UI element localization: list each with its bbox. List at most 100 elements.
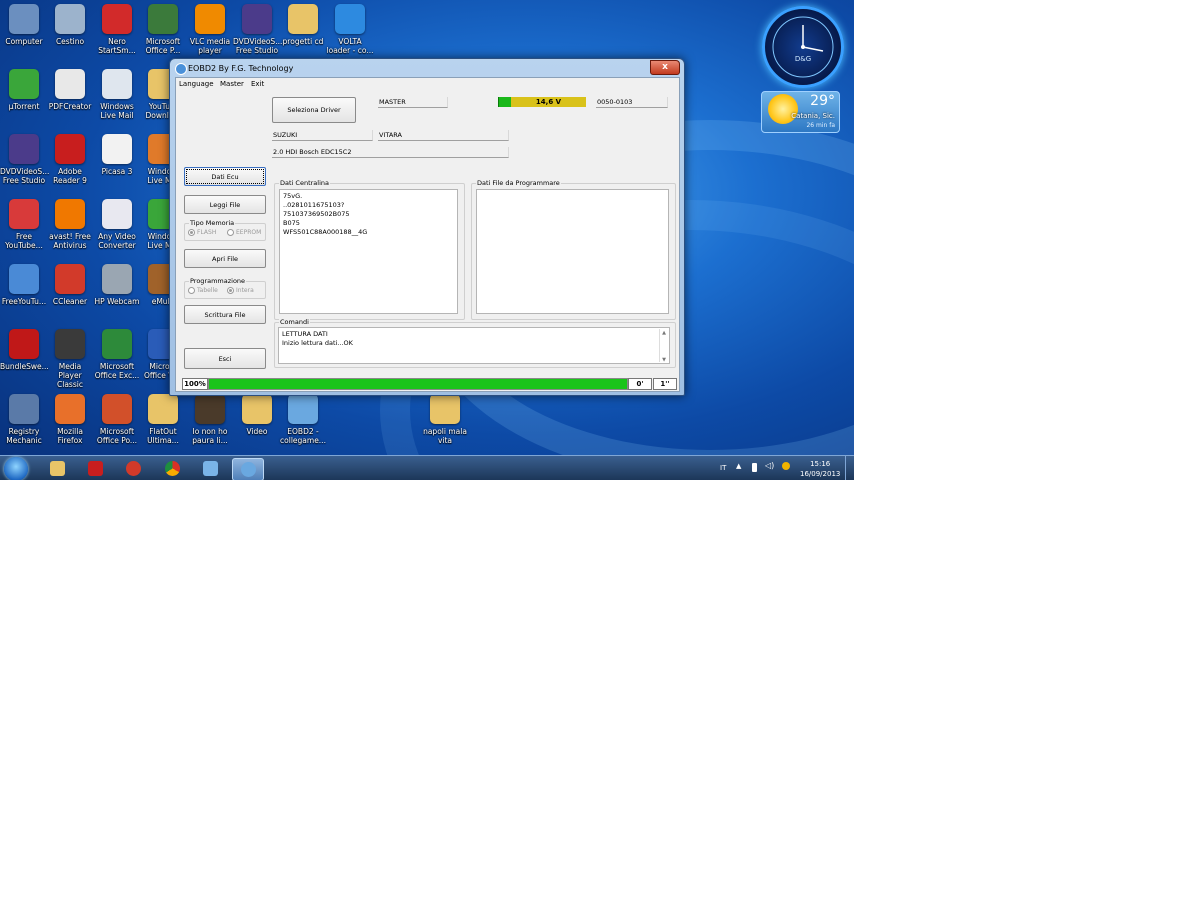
battery-icon[interactable] bbox=[752, 463, 757, 472]
desktop-icon-label: Any Video Converter bbox=[98, 232, 136, 250]
app-icon bbox=[175, 63, 187, 75]
weather-updated: 26 min fa bbox=[806, 122, 835, 129]
desktop-icon[interactable]: Free YouTube... bbox=[0, 199, 48, 250]
desktop-icon-label: Adobe Reader 9 bbox=[53, 167, 87, 185]
burner-taskbar-button[interactable] bbox=[118, 458, 148, 479]
comandi-text[interactable]: LETTURA DATI Inizio lettura dati...OK ▲ ▼ bbox=[278, 327, 670, 364]
desktop-icon[interactable]: µTorrent bbox=[0, 69, 48, 111]
window-title: EOBD2 By F.G. Technology bbox=[188, 64, 294, 73]
desktop-icon-label: Nero StartSm... bbox=[98, 37, 136, 55]
desktop-icon-label: Cestino bbox=[55, 37, 85, 46]
desktop-icon-label: napoli mala vita bbox=[423, 427, 467, 445]
desktop-icon[interactable]: Nero StartSm... bbox=[93, 4, 141, 55]
explorer-taskbar-button[interactable] bbox=[42, 458, 72, 479]
desktop-icon[interactable]: HP Webcam bbox=[93, 264, 141, 306]
network-taskbar-button[interactable] bbox=[195, 458, 225, 479]
comandi-scrollbar[interactable]: ▲ ▼ bbox=[659, 329, 668, 363]
eobd2-icon bbox=[288, 394, 318, 424]
desktop-icon[interactable]: Registry Mechanic bbox=[0, 394, 48, 445]
firefox-icon bbox=[55, 394, 85, 424]
powerpoint-icon bbox=[102, 394, 132, 424]
adobe-reader-icon bbox=[55, 134, 85, 164]
comandi-group: Comandi LETTURA DATI Inizio lettura dati… bbox=[274, 318, 676, 368]
desktop-icon-label: Windows Live Mail bbox=[100, 102, 134, 120]
chrome-taskbar-button[interactable] bbox=[157, 458, 187, 479]
eobd2-taskbar-button[interactable] bbox=[232, 458, 264, 480]
desktop-icon[interactable]: FreeYouTu... bbox=[0, 264, 48, 306]
apri-file-button[interactable]: Apri File bbox=[184, 249, 266, 268]
close-button[interactable]: x bbox=[650, 60, 680, 75]
leggi-file-button[interactable]: Leggi File bbox=[184, 195, 266, 214]
notification-icon[interactable] bbox=[782, 462, 790, 470]
desktop-icon[interactable]: Microsoft Office Po... bbox=[93, 394, 141, 445]
engine-field: 2.0 HDI Bosch EDC15C2 bbox=[272, 147, 509, 158]
desktop-icon-label: Picasa 3 bbox=[101, 167, 133, 176]
desktop-icon-label: CCleaner bbox=[52, 297, 88, 306]
intera-radio[interactable]: Intera bbox=[227, 287, 254, 294]
menu-exit[interactable]: Exit bbox=[251, 80, 264, 88]
video-file-icon bbox=[195, 394, 225, 424]
desktop-icon[interactable]: DVDVideoS... Free Studio bbox=[0, 134, 49, 185]
desktop-icon[interactable]: Media Player Classic bbox=[46, 329, 94, 389]
desktop-icon[interactable]: avast! Free Antivirus bbox=[46, 199, 94, 250]
flash-radio[interactable]: FLASH bbox=[188, 229, 216, 236]
dati-ecu-button[interactable]: Dati Ecu bbox=[184, 167, 266, 186]
dati-file-text[interactable] bbox=[476, 189, 669, 314]
desktop-icon[interactable]: DVDVideoS... Free Studio bbox=[233, 4, 282, 55]
desktop-icon[interactable]: Video bbox=[233, 394, 281, 436]
desktop-icon[interactable]: progetti cd bbox=[279, 4, 327, 46]
dati-centralina-text[interactable]: 75vG. ..0281011675103? 751037369502B075 … bbox=[279, 189, 458, 314]
desktop-icon[interactable]: Adobe Reader 9 bbox=[46, 134, 94, 185]
computer-icon bbox=[9, 4, 39, 34]
desktop-icon[interactable]: Any Video Converter bbox=[93, 199, 141, 250]
desktop-icon[interactable]: Microsoft Office P... bbox=[139, 4, 187, 55]
folder-icon bbox=[430, 394, 460, 424]
desktop-icon[interactable]: BundleSwe... bbox=[0, 329, 49, 371]
weather-gadget[interactable]: 29° Catania, Sic. 26 min fa bbox=[761, 91, 840, 133]
taskbar-date: 16/09/2013 bbox=[800, 470, 841, 478]
menu-bar: Language Master Exit bbox=[176, 78, 679, 90]
taskbar-time: 15:16 bbox=[810, 460, 831, 468]
desktop-icon[interactable]: CCleaner bbox=[46, 264, 94, 306]
tray-expand-icon[interactable]: ▲ bbox=[736, 462, 741, 470]
desktop-icon[interactable]: Picasa 3 bbox=[93, 134, 141, 176]
eeprom-radio[interactable]: EEPROM bbox=[227, 229, 261, 236]
clock-gadget[interactable]: D&G bbox=[762, 6, 844, 88]
pdf-taskbar-button[interactable] bbox=[80, 458, 110, 479]
esci-button[interactable]: Esci bbox=[184, 348, 266, 369]
desktop-icon[interactable]: Mozilla Firefox bbox=[46, 394, 94, 445]
desktop-icon[interactable]: FlatOut Ultima... bbox=[139, 394, 187, 445]
media-player-icon bbox=[55, 329, 85, 359]
clock-brand: D&G bbox=[794, 55, 812, 63]
desktop-icon[interactable]: Io non ho paura li... bbox=[186, 394, 234, 445]
ecu-line: 751037369502B075 bbox=[283, 210, 350, 218]
scrittura-file-button[interactable]: Scrittura File bbox=[184, 305, 266, 324]
desktop-icon[interactable]: Windows Live Mail bbox=[93, 69, 141, 120]
model-field: VITARA bbox=[378, 130, 509, 141]
start-button[interactable] bbox=[4, 457, 28, 480]
desktop-icon-label: Video bbox=[246, 427, 268, 436]
command-line: Inizio lettura dati...OK bbox=[282, 339, 353, 347]
select-driver-button[interactable]: Seleziona Driver bbox=[272, 97, 356, 123]
ecu-line: 75vG. bbox=[283, 192, 303, 200]
taskbar-clock[interactable]: 15:16 16/09/2013 bbox=[800, 459, 840, 479]
desktop-icon[interactable]: Cestino bbox=[46, 4, 94, 46]
show-desktop-button[interactable] bbox=[845, 456, 854, 480]
live-mail-icon bbox=[102, 69, 132, 99]
tabelle-radio[interactable]: Tabelle bbox=[188, 287, 218, 294]
menu-language[interactable]: Language bbox=[179, 80, 214, 88]
desktop-icon[interactable]: VOLTA loader - co... bbox=[326, 4, 374, 55]
desktop-icon[interactable]: VLC media player bbox=[186, 4, 234, 55]
desktop-icon[interactable]: Microsoft Office Exc... bbox=[93, 329, 141, 380]
desktop-icon[interactable]: PDFCreator bbox=[46, 69, 94, 111]
recycle-bin-icon bbox=[55, 4, 85, 34]
tabelle-radio-label: Tabelle bbox=[197, 287, 218, 294]
desktop-icon[interactable]: Computer bbox=[0, 4, 48, 46]
menu-master[interactable]: Master bbox=[220, 80, 244, 88]
comandi-title: Comandi bbox=[279, 318, 310, 326]
volume-icon[interactable]: ◁) bbox=[765, 461, 774, 470]
language-indicator[interactable]: IT bbox=[720, 464, 726, 472]
desktop-icon[interactable]: EOBD2 - collegame... bbox=[279, 394, 327, 445]
desktop-icon[interactable]: napoli mala vita bbox=[421, 394, 469, 445]
intera-radio-label: Intera bbox=[236, 287, 254, 294]
